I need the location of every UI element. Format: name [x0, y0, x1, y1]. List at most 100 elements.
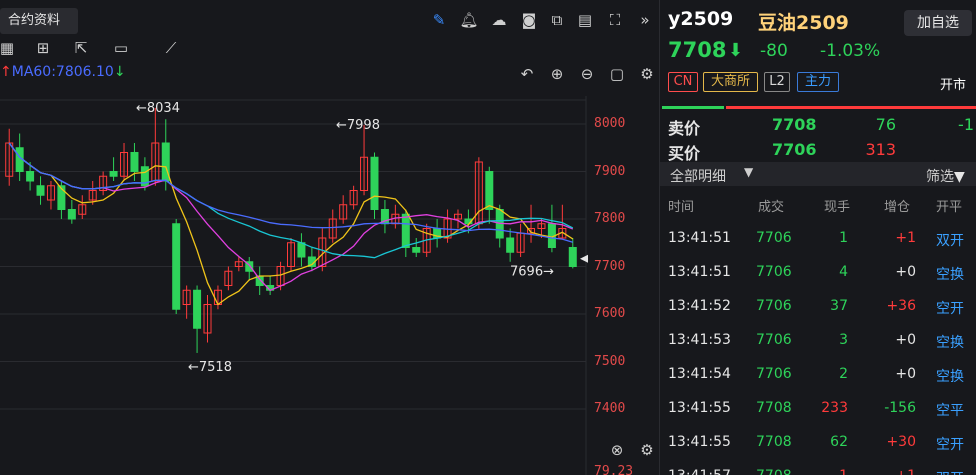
tick-type: 双开: [936, 233, 964, 249]
settings-icon[interactable]: ⚙: [636, 64, 658, 84]
tick-price: 7706: [756, 332, 792, 348]
tick-type: 双开: [936, 468, 964, 475]
tick-oi: +30: [886, 434, 916, 450]
tick-time: 13:41:51: [668, 264, 731, 280]
calendar-icon[interactable]: ▦: [0, 38, 18, 58]
tick-row[interactable]: 13:41:57 77081 +1 双开: [660, 460, 976, 475]
tick-row[interactable]: 13:41:55 7708 233 -156 空平: [660, 392, 976, 426]
arrow-up-icon: ↑: [0, 64, 12, 80]
tick-volume: 1: [839, 230, 848, 246]
grid-icon[interactable]: ⊞: [32, 38, 54, 58]
candle-body: [36, 185, 45, 196]
detail-title[interactable]: 全部明细: [670, 166, 726, 186]
tick-oi: -156: [884, 400, 916, 416]
col-type: 开平: [936, 200, 963, 215]
last-price: 7708: [668, 38, 727, 62]
ask-price: 7708: [772, 115, 817, 134]
candle-body: [193, 289, 202, 329]
bell-icon[interactable]: 🔔︎: [458, 10, 480, 30]
badge-l2[interactable]: L2: [764, 72, 790, 92]
frame-icon[interactable]: ▢: [606, 64, 628, 84]
window-icon[interactable]: ⧉: [546, 10, 568, 30]
tick-oi: +0: [895, 366, 916, 382]
tick-time: 13:41:51: [668, 230, 731, 246]
tick-volume: 233: [821, 400, 848, 416]
badge-main: 主力: [797, 72, 839, 92]
tick-row[interactable]: 13:41:51 7706 4 +0 空换: [660, 256, 976, 290]
low-annotation: ←7518: [188, 360, 232, 375]
tick-type: 空开: [936, 301, 964, 317]
candle-body: [401, 213, 410, 248]
tick-time: 13:41:54: [668, 366, 731, 382]
tick-price: 7706: [756, 230, 792, 246]
cloud-icon[interactable]: ☁︎: [488, 10, 510, 30]
tick-oi: +36: [886, 298, 916, 314]
tick-row[interactable]: 13:41:54 7706 2 +0 空换: [660, 358, 976, 392]
pencil-icon[interactable]: ✎: [428, 10, 450, 30]
tick-time: 13:41:52: [668, 298, 731, 314]
ma60-indicator: ↑MA60:7806.10↓: [0, 64, 126, 80]
ma60-value: MA60:7806.10: [11, 64, 114, 80]
tick-row[interactable]: 13:41:53 7706 3 +0 空换: [660, 324, 976, 358]
contract-code: y2509: [668, 8, 734, 30]
candle-body: [109, 171, 118, 177]
filter-button[interactable]: 筛选▼: [926, 166, 965, 186]
down-arrow-icon: ⬇: [728, 40, 744, 61]
double-chevron-right-icon[interactable]: »: [634, 10, 656, 30]
tick-oi: +0: [895, 264, 916, 280]
add-watchlist-button[interactable]: 加自选: [904, 10, 972, 36]
candle-body: [26, 171, 35, 182]
y-axis-tick: 7500: [594, 353, 626, 369]
ma5-line: [8, 142, 574, 306]
y-axis-tick: 7800: [594, 211, 626, 226]
candle-body: [412, 247, 421, 253]
price-change: -80: [760, 41, 788, 61]
tick-time: 13:41:55: [668, 400, 731, 416]
tick-oi: +1: [895, 230, 916, 246]
col-time: 时间: [668, 200, 695, 215]
comment-icon[interactable]: ▭: [110, 38, 132, 58]
tick-volume: 37: [830, 298, 848, 314]
candle-body: [297, 242, 306, 258]
contract-info-tab[interactable]: 合约资料: [0, 8, 78, 34]
tick-volume: 1: [788, 468, 848, 475]
indicator-settings-icon[interactable]: ⚙: [636, 440, 658, 460]
external-link-icon[interactable]: ⇱: [70, 38, 92, 58]
zoom-in-icon[interactable]: ⊕: [546, 64, 568, 84]
badge-cn: CN: [668, 72, 698, 92]
badge-exchange: 大商所: [703, 72, 758, 92]
candle-body: [67, 209, 76, 220]
tick-volume: 4: [839, 264, 848, 280]
candle-body: [172, 223, 181, 310]
ask-strength-bar: [726, 106, 976, 109]
candlestick-chart[interactable]: ←8034 ←7998 ←7518 7696→: [0, 96, 657, 475]
ask-delta: -1: [958, 115, 974, 134]
caret-down-icon[interactable]: ▼: [744, 165, 753, 179]
tick-price: 7708: [756, 434, 792, 450]
candle-body: [130, 152, 139, 172]
bid-label: 买价: [668, 144, 701, 163]
tick-row[interactable]: 13:41:52 7706 37 +36 空开: [660, 290, 976, 324]
zoom-out-icon[interactable]: ⊖: [576, 64, 598, 84]
sub-axis-label: 79.23: [594, 464, 634, 475]
close-indicator-icon[interactable]: ⊗: [606, 440, 628, 460]
ruler-icon[interactable]: ⟋: [160, 38, 182, 58]
high-annotation-2: ←7998: [336, 118, 380, 133]
tick-row[interactable]: 13:41:55 7708 62 +30 空开: [660, 426, 976, 460]
candle-body: [506, 237, 515, 253]
tick-time: 13:41:55: [668, 434, 731, 450]
high-annotation-1: ←8034: [136, 101, 180, 116]
tick-volume: 62: [830, 434, 848, 450]
filter-icon: ▼: [954, 169, 965, 185]
tick-row[interactable]: 13:41:51 7706 1 +1 双开: [660, 222, 976, 256]
monitor-icon[interactable]: ▤: [574, 10, 596, 30]
undo-icon[interactable]: ↶: [516, 64, 538, 84]
col-volume: 现手: [824, 200, 851, 215]
tick-oi: +0: [895, 332, 916, 348]
y-axis-tick: 7400: [594, 401, 626, 416]
y-axis-tick: 8000: [594, 116, 626, 131]
fullscreen-icon[interactable]: ⛶: [604, 10, 626, 30]
tick-type: 空换: [936, 369, 964, 385]
camera-icon[interactable]: ◙: [518, 10, 540, 30]
tick-price: 7708: [756, 400, 792, 416]
